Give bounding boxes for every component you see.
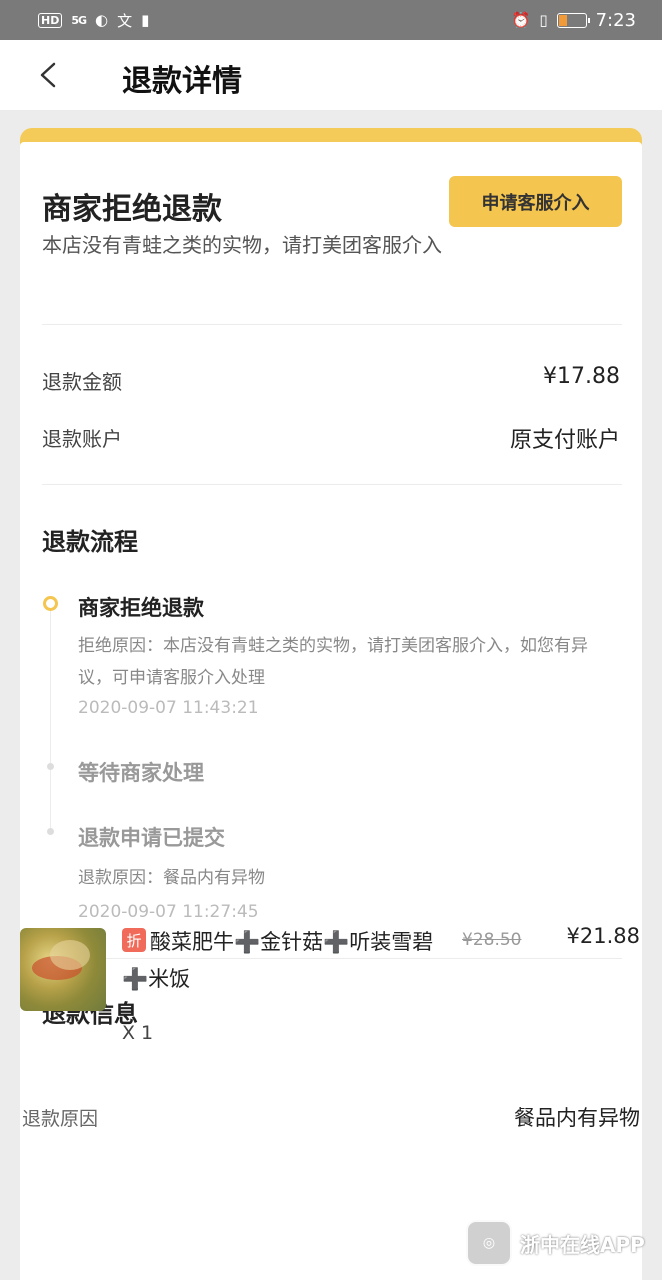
refund-reason-label: 退款原因 bbox=[22, 1108, 99, 1130]
chevron-left-icon[interactable] bbox=[36, 62, 62, 88]
food-thumbnail[interactable] bbox=[20, 928, 106, 1011]
hd-indicator: HD bbox=[38, 12, 63, 28]
original-price: ¥28.50 bbox=[462, 930, 522, 950]
watermark-text: 浙中在线APP bbox=[520, 1232, 645, 1257]
battery-icon bbox=[556, 12, 590, 28]
request-cs-button[interactable]: 申请客服介入 bbox=[449, 176, 622, 227]
step-time: 2020-09-07 11:43:21 bbox=[78, 698, 259, 718]
step-text: 拒绝原因：本店没有青蛙之类的实物，请打美团客服介入，如您有异议，可申请客服介入处… bbox=[78, 636, 588, 688]
refund-account-label: 退款账户 bbox=[42, 427, 122, 451]
timeline-dot bbox=[47, 763, 54, 770]
timeline-dot-active bbox=[43, 596, 58, 611]
watermark: ◎ 浙中在线APP bbox=[466, 1218, 656, 1268]
notification-icon: 文 bbox=[117, 11, 133, 30]
process-title: 退款流程 bbox=[42, 528, 138, 556]
step-title: 等待商家处理 bbox=[78, 761, 204, 785]
header: 退款详情 bbox=[0, 40, 662, 110]
watermark-logo-icon: ◎ bbox=[466, 1220, 512, 1266]
refund-account-value: 原支付账户 bbox=[509, 428, 620, 453]
refund-amount-label: 退款金额 bbox=[42, 370, 122, 394]
page-title: 退款详情 bbox=[122, 64, 242, 99]
status-bar: HD 5G ◐ 文 ▮ ⏰ ▯ 7:23 bbox=[0, 0, 662, 40]
signal-icon: 5G bbox=[71, 13, 87, 27]
step-title: 退款申请已提交 bbox=[78, 826, 225, 850]
wechat-icon: ◐ bbox=[95, 11, 109, 29]
refund-reason-value: 餐品内有异物 bbox=[514, 1106, 640, 1130]
item-price: ¥21.88 bbox=[566, 924, 640, 948]
item-name: 酸菜肥牛➕金针菇➕听装雪碧➕米饭 bbox=[122, 930, 434, 991]
status-bar-right: ⏰ ▯ 7:23 bbox=[512, 10, 636, 31]
step-time: 2020-09-07 11:27:45 bbox=[78, 902, 259, 922]
refund-amount-value: ¥17.88 bbox=[543, 364, 620, 389]
alarm-icon: ⏰ bbox=[511, 11, 531, 29]
item-quantity: X 1 bbox=[122, 1022, 154, 1044]
battery-alert-icon: ▮ bbox=[141, 11, 150, 29]
timeline-line bbox=[50, 604, 51, 829]
status-title: 商家拒绝退款 bbox=[42, 192, 222, 227]
vibrate-icon: ▯ bbox=[539, 11, 548, 29]
battery-level bbox=[558, 14, 567, 26]
timeline-dot bbox=[47, 828, 54, 835]
status-description: 本店没有青蛙之类的实物，请打美团客服介入 bbox=[42, 233, 442, 257]
clock: 7:23 bbox=[595, 9, 636, 31]
step-text: 退款原因：餐品内有异物 bbox=[78, 868, 265, 888]
divider bbox=[42, 484, 622, 485]
step-title: 商家拒绝退款 bbox=[78, 596, 204, 620]
status-bar-left: HD 5G ◐ 文 ▮ bbox=[38, 10, 149, 31]
divider bbox=[42, 324, 622, 325]
